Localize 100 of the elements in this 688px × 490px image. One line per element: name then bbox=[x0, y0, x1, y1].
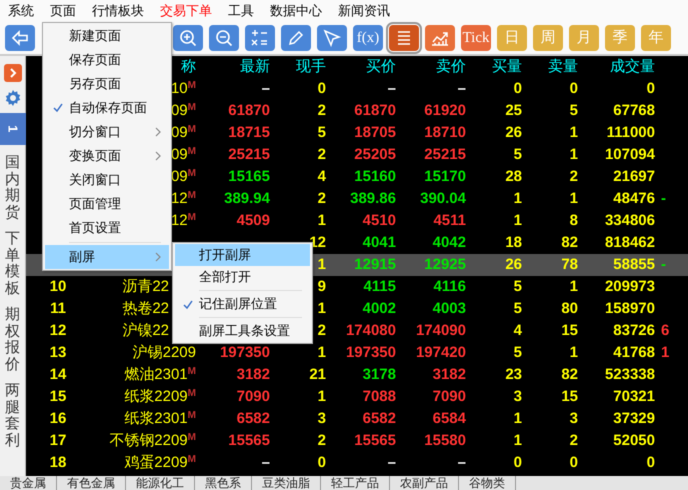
table-cell: - bbox=[661, 191, 666, 207]
menu-item[interactable]: 数据中心 bbox=[262, 0, 330, 22]
table-cell: 15 bbox=[561, 323, 578, 339]
table-cell: 12925 bbox=[424, 257, 466, 273]
menu-item[interactable]: 行情板块 bbox=[84, 0, 152, 22]
menu-item[interactable]: 页面管理 bbox=[45, 192, 169, 216]
table-cell: 158970 bbox=[604, 301, 655, 317]
table-cell: 4 bbox=[514, 323, 522, 339]
table-cell: 4509 bbox=[236, 213, 270, 229]
table-cell: 3 bbox=[570, 411, 578, 427]
menu-item[interactable]: 打开副屏 bbox=[175, 244, 310, 266]
table-cell: 1 bbox=[514, 433, 522, 449]
menu-item[interactable]: 变换页面 bbox=[45, 144, 169, 168]
category-tab[interactable]: 轻工产品 bbox=[321, 476, 390, 490]
table-cell: 197420 bbox=[416, 345, 466, 361]
table-cell: 2 bbox=[318, 323, 326, 339]
category-tab[interactable]: 有色金属 bbox=[57, 476, 126, 490]
table-cell: 纸浆2301$^{M}$ bbox=[124, 411, 196, 427]
table-cell: 78 bbox=[561, 257, 578, 273]
table-cell: 9 bbox=[318, 279, 326, 295]
table-cell: 1 bbox=[661, 345, 670, 361]
menu-item[interactable]: 全部打开 bbox=[175, 266, 310, 288]
table-cell: 4511 bbox=[433, 213, 466, 229]
column-header: 卖量 bbox=[548, 59, 578, 75]
table-cell: 15160 bbox=[354, 169, 396, 185]
menu-item[interactable]: 副屏工具条设置 bbox=[175, 320, 310, 342]
menu-item[interactable]: 系统 bbox=[0, 0, 42, 22]
menu-item[interactable]: 记住副屏位置 bbox=[175, 293, 310, 315]
menu-item[interactable]: 副屏 bbox=[45, 245, 169, 269]
table-cell: 09$^{M}$ bbox=[170, 147, 196, 163]
table-cell: 1 bbox=[514, 213, 522, 229]
table-cell: – bbox=[262, 81, 270, 97]
table-cell: 41768 bbox=[613, 345, 655, 361]
table-cell: 8 bbox=[570, 213, 578, 229]
table-cell: 82 bbox=[561, 235, 578, 251]
table-cell: 197350 bbox=[220, 345, 270, 361]
table-cell: 67768 bbox=[613, 103, 655, 119]
category-tab[interactable]: 农副产品 bbox=[390, 476, 459, 490]
table-cell: 15 bbox=[50, 389, 66, 405]
menu-item[interactable]: 首页设置 bbox=[45, 216, 169, 240]
table-cell: 14 bbox=[50, 367, 66, 383]
menu-item[interactable]: 页面 bbox=[42, 0, 84, 22]
category-tab[interactable]: 谷物类 bbox=[459, 476, 516, 490]
toolbar-button[interactable] bbox=[317, 25, 347, 51]
calculator-icon bbox=[250, 28, 270, 48]
table-cell: – bbox=[262, 455, 270, 471]
toolbar-button[interactable] bbox=[209, 25, 239, 51]
toolbar-button[interactable]: f(x) bbox=[353, 25, 383, 51]
table-cell: 0 bbox=[514, 81, 522, 97]
menu-item[interactable]: 新建页面 bbox=[45, 24, 169, 48]
menu-item[interactable]: 关闭窗口 bbox=[45, 168, 169, 192]
pencil-icon bbox=[286, 28, 306, 48]
table-cell: 4 bbox=[318, 169, 326, 185]
category-tab[interactable]: 豆类油脂 bbox=[252, 476, 321, 490]
menu-item[interactable]: 新闻资讯 bbox=[330, 0, 398, 22]
column-header: 买价 bbox=[366, 59, 396, 75]
table-cell: 390.04 bbox=[420, 191, 466, 207]
menu-item[interactable]: 另存页面 bbox=[45, 72, 169, 96]
table-cell: 15170 bbox=[424, 169, 466, 185]
table-cell: 61920 bbox=[424, 103, 466, 119]
settings-icon[interactable] bbox=[4, 89, 22, 108]
table-cell: 5 bbox=[318, 125, 326, 141]
table-cell: 70321 bbox=[613, 389, 655, 405]
menu-item[interactable]: 保存页面 bbox=[45, 48, 169, 72]
sidebar-tab[interactable]: 期权报价 bbox=[5, 307, 20, 374]
menu-item[interactable]: 交易下单 bbox=[152, 0, 220, 22]
table-cell: 197350 bbox=[346, 345, 396, 361]
toolbar-button[interactable] bbox=[5, 25, 35, 51]
table-cell: 3 bbox=[318, 411, 326, 427]
toolbar-button[interactable] bbox=[173, 25, 203, 51]
table-cell: 2 bbox=[318, 433, 326, 449]
category-tab[interactable]: 黑色系 bbox=[195, 476, 252, 490]
table-cell: 58855 bbox=[613, 257, 655, 273]
sidebar-tab[interactable]: 两腿套利 bbox=[5, 383, 20, 450]
menu-item[interactable]: 自动保存页面 bbox=[45, 96, 169, 120]
table-cell: 23 bbox=[505, 367, 522, 383]
table-cell: 1 bbox=[570, 147, 578, 163]
table-cell: 2 bbox=[570, 433, 578, 449]
expand-icon[interactable] bbox=[4, 64, 22, 82]
sidebar-tab[interactable]: 国内期货 bbox=[5, 155, 20, 222]
table-cell: 6582 bbox=[362, 411, 396, 427]
toolbar-button[interactable] bbox=[425, 25, 455, 51]
category-tab[interactable]: 能源化工 bbox=[126, 476, 195, 490]
table-cell: 热卷22 bbox=[122, 301, 169, 317]
toolbar-button[interactable] bbox=[245, 25, 275, 51]
table-cell: 26 bbox=[505, 257, 522, 273]
menu-item[interactable]: 工具 bbox=[220, 0, 262, 22]
table-cell: 09$^{M}$ bbox=[170, 103, 196, 119]
table-cell: 3 bbox=[514, 389, 522, 405]
table-cell: 52050 bbox=[613, 433, 655, 449]
table-cell: 0 bbox=[570, 81, 578, 97]
toolbar-button[interactable] bbox=[389, 25, 419, 51]
table-cell: 25215 bbox=[228, 147, 270, 163]
category-tab[interactable]: 贵金属 bbox=[0, 476, 57, 490]
sidebar-tab[interactable]: 下单模板 bbox=[5, 231, 20, 298]
menu-item[interactable]: 切分窗口 bbox=[45, 120, 169, 144]
toolbar-button[interactable] bbox=[281, 25, 311, 51]
table-cell: 1 bbox=[570, 279, 578, 295]
table-cell: 5 bbox=[514, 279, 522, 295]
page-tab[interactable]: 1 bbox=[0, 113, 26, 146]
